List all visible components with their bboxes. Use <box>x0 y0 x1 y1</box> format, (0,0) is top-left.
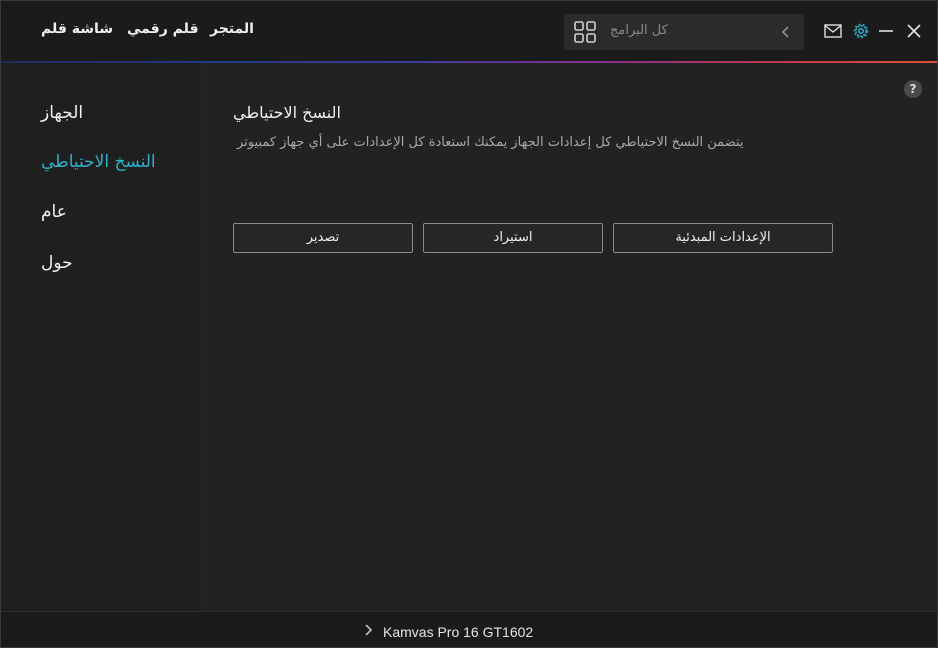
chevron-left-icon[interactable] <box>780 24 792 40</box>
title-bar: شاشة قلم قلم رقمي المتجر كل البرامج <box>1 1 937 61</box>
export-button[interactable]: تصدير <box>233 223 413 253</box>
main-panel: ? النسخ الاحتياطي يتضمن النسخ الاحتياطي … <box>203 63 937 611</box>
sidebar-item-about[interactable]: حول <box>41 253 73 273</box>
page-title: النسخ الاحتياطي <box>233 103 341 122</box>
sidebar-item-general[interactable]: عام <box>41 202 67 222</box>
page-description: يتضمن النسخ الاحتياطي كل إعدادات الجهاز … <box>237 135 744 150</box>
mail-button[interactable] <box>823 21 843 41</box>
import-button[interactable]: استيراد <box>423 223 603 253</box>
tab-pen-display[interactable]: شاشة قلم <box>41 21 113 37</box>
minimize-icon <box>879 30 893 32</box>
sidebar-item-backup[interactable]: النسخ الاحتياطي <box>41 152 156 172</box>
program-selector[interactable]: كل البرامج <box>564 14 804 50</box>
status-bar: Kamvas Pro 16 GT1602 <box>1 611 937 647</box>
gear-icon <box>853 23 869 39</box>
minimize-button[interactable] <box>876 21 896 41</box>
tab-store[interactable]: المتجر <box>210 21 254 37</box>
close-icon <box>907 24 921 38</box>
sidebar-item-device[interactable]: الجهاز <box>41 103 83 123</box>
sidebar: الجهاز النسخ الاحتياطي عام حول <box>1 63 202 611</box>
settings-button[interactable] <box>851 21 871 41</box>
restore-defaults-button[interactable]: الإعدادات المبدئية <box>613 223 833 253</box>
tab-digital-pen[interactable]: قلم رقمي <box>127 21 199 37</box>
app-window: شاشة قلم قلم رقمي المتجر كل البرامج الجه… <box>0 0 938 648</box>
close-button[interactable] <box>904 21 924 41</box>
help-icon[interactable]: ? <box>904 80 922 98</box>
chevron-right-icon[interactable] <box>363 623 373 637</box>
device-name[interactable]: Kamvas Pro 16 GT1602 <box>383 624 533 640</box>
program-selector-label: كل البرامج <box>610 23 668 38</box>
mail-icon <box>824 24 842 38</box>
grid-icon[interactable] <box>574 21 596 43</box>
